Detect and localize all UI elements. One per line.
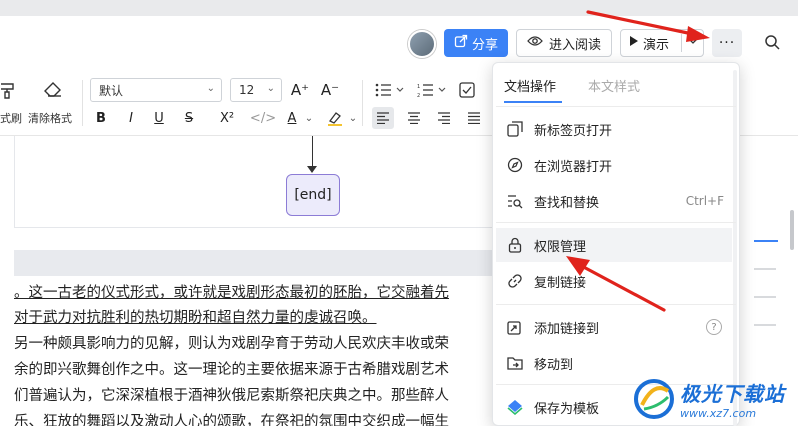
menu-item-find-replace[interactable]: 查找和替换 Ctrl+F [496,184,732,218]
menu-item-open-browser[interactable]: 在浏览器打开 [496,148,732,182]
menu-divider [496,106,736,107]
share-icon [454,34,468,52]
share-label: 分享 [471,37,498,53]
menu-item-label: 保存为模板 [534,401,600,417]
compass-icon [506,156,524,174]
font-color-button[interactable]: A [284,108,300,128]
align-left-icon[interactable] [372,107,394,129]
menu-item-label: 在浏览器打开 [534,159,613,175]
menu-item-label: 复制链接 [534,275,587,291]
bullet-list-icon[interactable] [372,80,408,100]
flowchart-end-node[interactable]: [end] [286,174,340,216]
link-icon [506,272,524,290]
template-icon [506,398,524,416]
format-brush-icon[interactable] [0,80,20,100]
superscript-button[interactable]: X² [210,108,244,128]
paragraph-line[interactable]: 乐、狂放的舞蹈以及激动人心的颂歌，在祭祀的氛围中交织成一幅生 [14,411,494,426]
tab-doc-style[interactable]: 本文样式 [588,76,640,95]
svg-text:2: 2 [417,93,420,97]
numbered-list-icon[interactable]: 12 [414,80,450,100]
underline-button[interactable]: U [150,108,168,128]
chevron-down-icon[interactable] [687,35,699,50]
eye-icon [527,35,543,51]
watermark-logo-icon [634,379,674,419]
format-brush-label: 式刷 [0,112,22,125]
bold-button[interactable]: B [92,108,110,128]
menu-item-label: 权限管理 [534,239,587,255]
menu-divider [496,304,736,305]
align-justify-icon[interactable] [464,108,484,128]
highlight-icon[interactable] [326,108,344,128]
menu-item-label: 添加链接到 [534,321,600,337]
clear-format-label: 清除格式 [28,112,72,125]
active-tab-indicator [504,101,562,103]
site-watermark: 极光下载站 www.xz7.com [632,372,798,426]
code-button[interactable]: </> [250,108,276,128]
chevron-down-icon[interactable]: ⌄ [346,108,360,128]
menu-item-open-new-tab[interactable]: 新标签页打开 [496,112,732,146]
outline-marker[interactable] [754,296,776,298]
read-mode-label: 进入阅读 [548,37,601,53]
add-link-icon [506,318,524,336]
more-options-button[interactable]: ··· [712,29,742,57]
menu-item-label: 查找和替换 [534,195,600,211]
paragraph-line[interactable]: 。这一古老的仪式形式，或许就是戏剧形态最初的胚胎，它交融着先 [14,282,494,304]
help-icon[interactable]: ? [706,319,722,335]
lock-icon [506,236,524,254]
tab-doc-actions[interactable]: 文档操作 [504,76,556,95]
present-button[interactable]: 演示 [620,29,704,57]
watermark-url: www.xz7.com [680,407,757,420]
open-new-tab-icon [506,120,524,138]
flowchart-connector [312,136,313,170]
font-grow-button[interactable]: A⁺ [290,80,310,100]
chevron-down-icon[interactable]: ⌄ [302,108,316,128]
menu-item-label: 移动到 [534,357,574,373]
font-size-value: 12 [239,83,255,97]
align-center-icon[interactable] [404,108,424,128]
outline-marker-active[interactable] [754,240,778,242]
italic-button[interactable]: I [122,108,140,128]
share-button[interactable]: 分享 [444,29,508,57]
font-shrink-button[interactable]: A⁻ [320,80,340,100]
flowchart-arrowhead [307,166,317,173]
menu-item-permissions[interactable]: 权限管理 [496,228,732,262]
paragraph-line[interactable]: 对于武力对抗胜利的热切期盼和超自然力量的虔诚召唤。 [14,307,494,329]
selected-block-highlight [14,250,494,276]
toolbar-divider [362,80,363,126]
search-icon[interactable] [762,31,782,53]
paragraph-line[interactable]: 们普遍认为，它深深植根于酒神狄俄尼索斯祭祀庆典之中。那些醉人 [14,385,494,407]
outline-marker[interactable] [754,268,776,270]
font-family-select[interactable]: 默认 ⌄ [90,78,222,102]
chevron-down-icon: ⌄ [266,83,275,94]
paragraph-line[interactable]: 另一种颇具影响力的见解，则认为戏剧孕育于劳动人民欢庆丰收或荣 [14,333,494,355]
present-label: 演示 [643,37,670,53]
strikethrough-button[interactable]: S [180,108,198,128]
window-top-strip [0,0,798,16]
user-avatar[interactable] [408,30,436,58]
shortcut-hint: Ctrl+F [685,194,724,208]
menu-divider [496,222,736,223]
font-family-value: 默认 [99,83,124,98]
flowchart-block[interactable] [14,136,514,228]
play-icon [629,35,639,51]
paragraph-line[interactable]: 余的即兴歌舞创作之中。这一理论的主要依据来源于古希腊戏剧艺术 [14,359,494,381]
watermark-title: 极光下载站 [680,382,785,406]
checkbox-list-icon[interactable] [456,80,478,100]
chevron-down-icon: ⌄ [206,83,215,94]
outline-marker[interactable] [754,324,776,326]
align-right-icon[interactable] [434,108,454,128]
folder-move-icon [506,354,524,372]
menu-item-label: 新标签页打开 [534,123,613,139]
svg-text:1: 1 [417,84,420,90]
font-size-select[interactable]: 12 ⌄ [230,78,282,102]
eraser-icon[interactable] [42,80,64,100]
present-divider [681,34,682,52]
read-mode-button[interactable]: 进入阅读 [516,29,612,57]
menu-item-copy-link[interactable]: 复制链接 [496,264,732,298]
page-scrollbar[interactable] [790,210,794,250]
find-replace-icon [506,192,524,210]
menu-item-add-link-to[interactable]: 添加链接到 ? [496,310,732,344]
toolbar-divider [82,80,83,126]
